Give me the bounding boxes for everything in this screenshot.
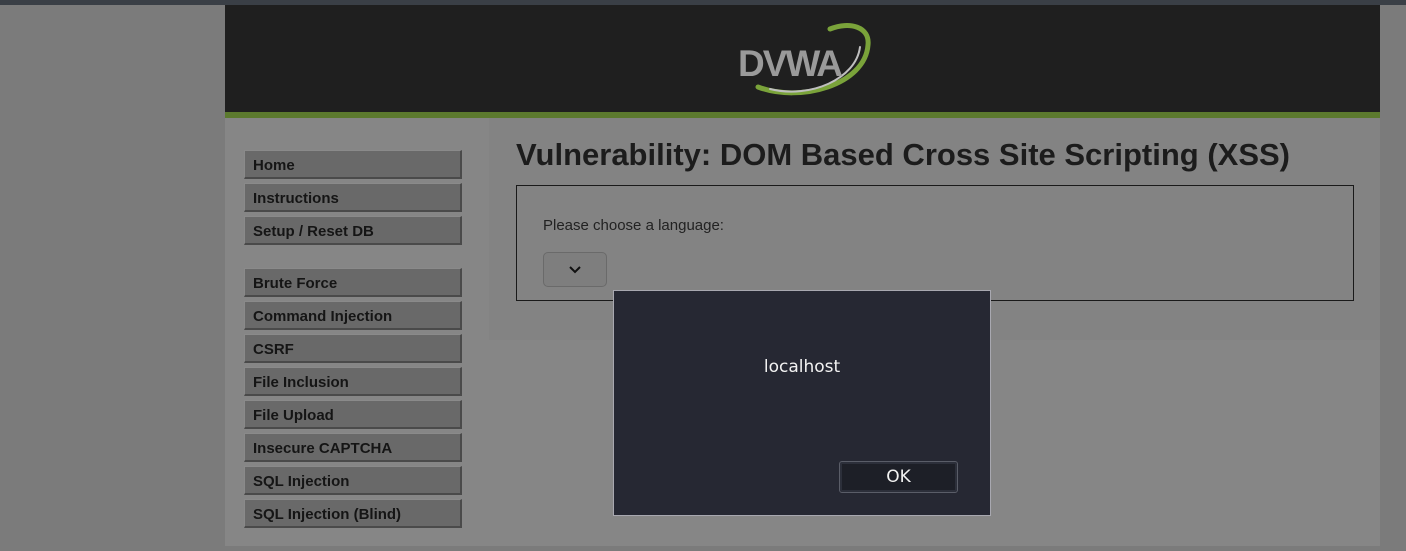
- ok-button[interactable]: OK: [839, 461, 958, 493]
- alert-dialog: localhost OK: [613, 290, 991, 516]
- alert-message: localhost: [763, 357, 841, 377]
